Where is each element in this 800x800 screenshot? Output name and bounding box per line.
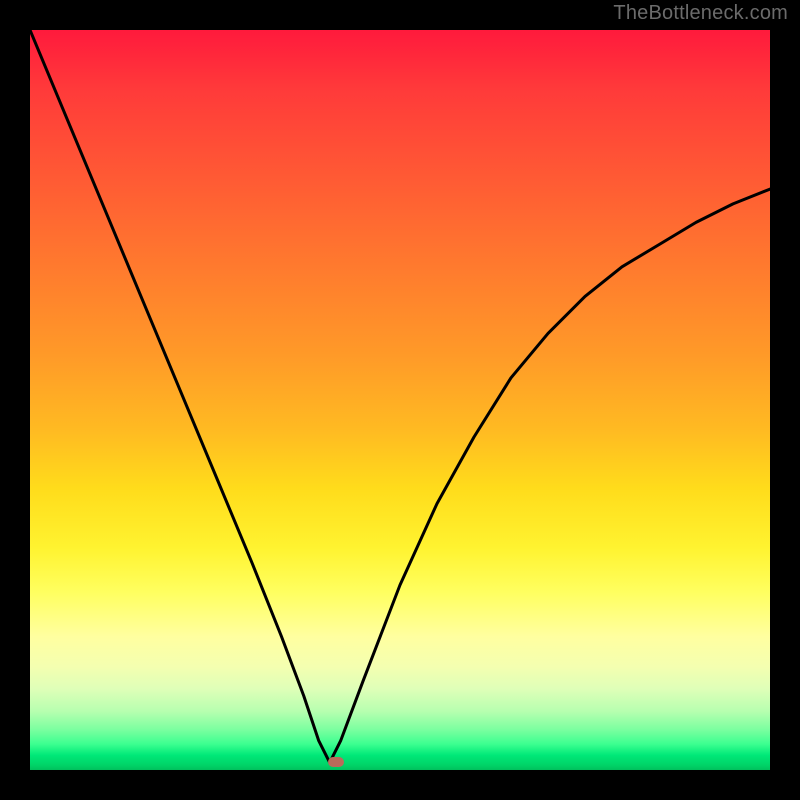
plot-area <box>30 30 770 770</box>
optimum-marker <box>328 757 344 767</box>
watermark-text: TheBottleneck.com <box>613 2 788 25</box>
bottleneck-curve <box>30 30 770 770</box>
chart-frame: TheBottleneck.com <box>0 0 800 800</box>
curve-path <box>30 30 770 763</box>
